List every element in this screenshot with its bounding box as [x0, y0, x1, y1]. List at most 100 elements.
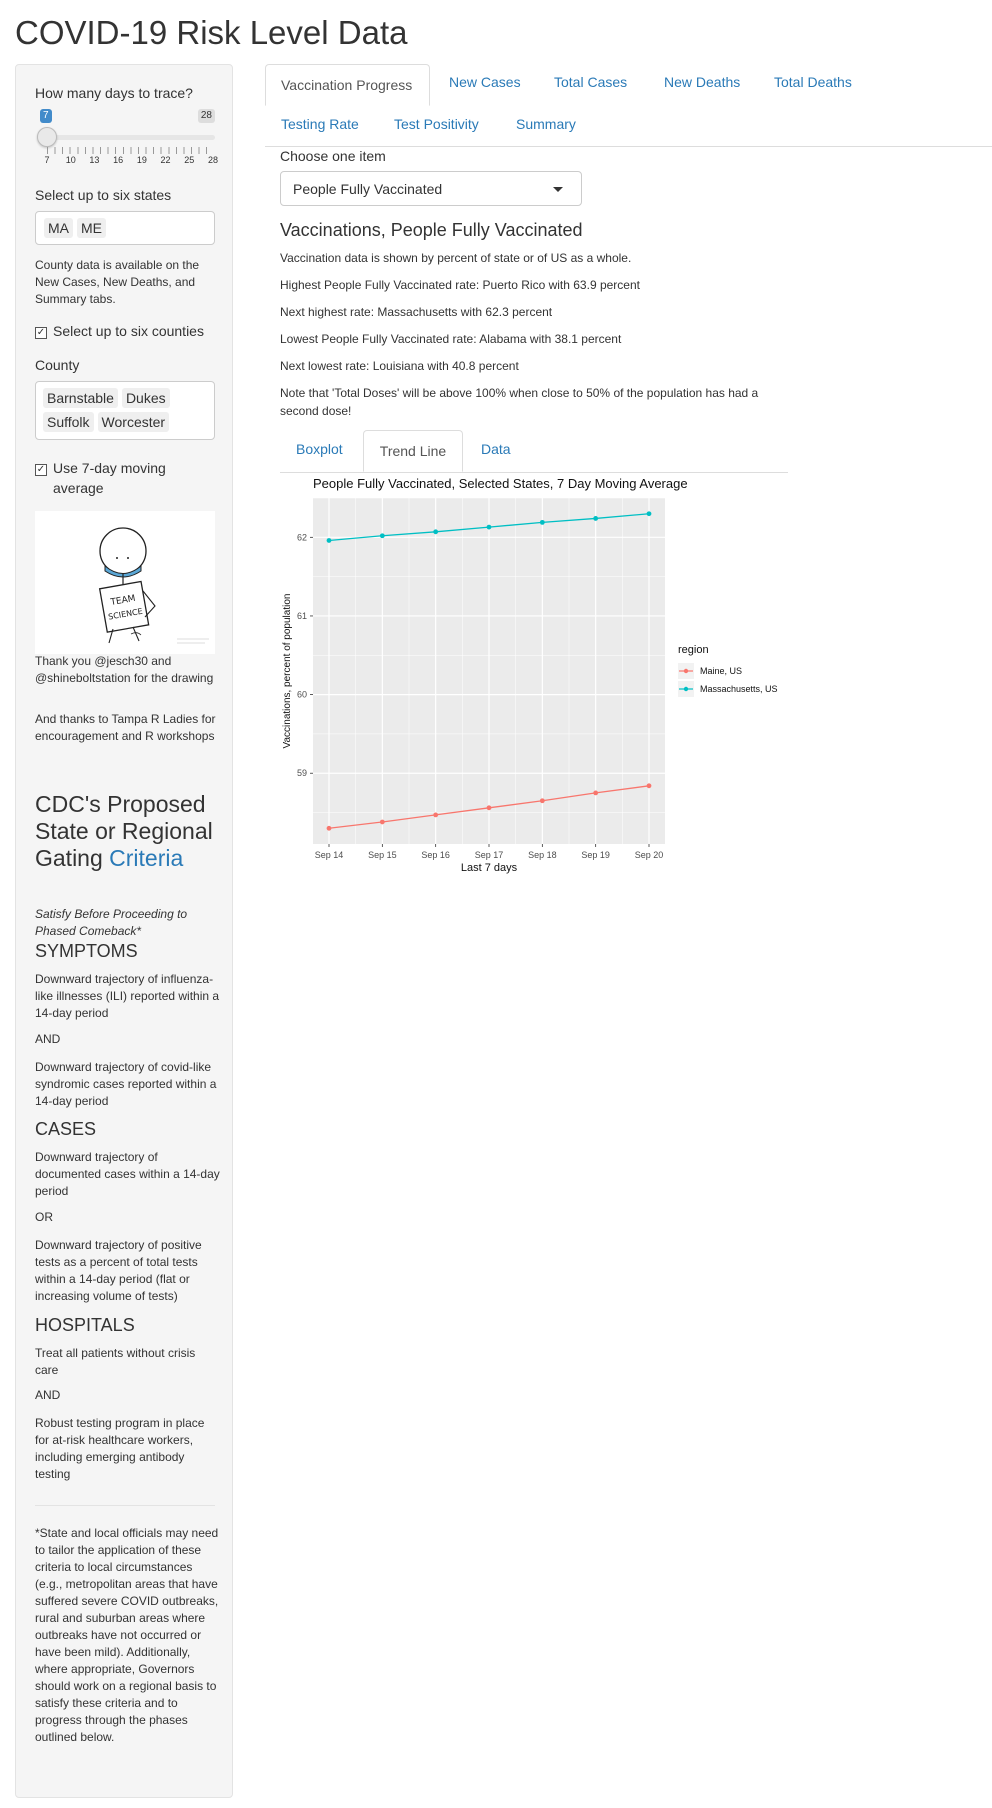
x-tick-label: Sep 16 — [421, 850, 450, 860]
cases-heading: CASES — [35, 1119, 97, 1139]
legend-label: Maine, US — [700, 666, 742, 676]
sidebar-panel: How many days to trace? 7 28 7 10 13 16 19 22… — [15, 64, 233, 1798]
days-slider[interactable]: 7 28 7 10 13 16 19 22 25 28 — [35, 109, 219, 165]
data-point — [433, 529, 439, 535]
slider-tick-label: 22 — [160, 155, 171, 165]
county-chip[interactable]: Worcester — [97, 412, 170, 432]
county-note: County data is available on the New Case… — [35, 258, 200, 306]
symptoms-criterion-2: Downward trajectory of covid-like syndro… — [35, 1060, 217, 1108]
slider-handle[interactable] — [37, 127, 57, 147]
trend-line-chart-svg: People Fully Vaccinated, Selected States… — [282, 476, 778, 874]
tab-new-deaths[interactable]: New Deaths — [664, 74, 740, 90]
data-point — [379, 819, 385, 825]
tab-test-positivity[interactable]: Test Positivity — [394, 116, 479, 132]
hospitals-criterion-2: Robust testing program in place for at-r… — [35, 1416, 205, 1481]
subtab-boxplot[interactable]: Boxplot — [296, 441, 343, 457]
item-dropdown-value: People Fully Vaccinated — [293, 181, 443, 197]
tab-testing-rate[interactable]: Testing Rate — [281, 116, 359, 132]
criteria-link[interactable]: Criteria — [109, 845, 183, 871]
next-lowest-rate-text: Next lowest rate: Louisiana with 40.8 pe… — [280, 359, 519, 373]
counties-checkbox[interactable]: ✓ Select up to six counties — [35, 321, 220, 341]
data-point — [326, 538, 332, 543]
viz-title: Vaccinations, People Fully Vaccinated — [280, 220, 583, 240]
caret-down-icon[interactable] — [553, 187, 563, 192]
x-tick-label: Sep 20 — [635, 850, 664, 860]
states-label: Select up to six states — [35, 187, 172, 203]
data-point — [486, 805, 492, 811]
subtab-trend-line[interactable]: Trend Line — [363, 430, 463, 472]
tab-new-cases[interactable]: New Cases — [449, 74, 521, 90]
hospitals-criterion-1: Treat all patients without crisis care — [35, 1346, 196, 1377]
thanks-drawing: Thank you @jesch30 and @shineboltstation… — [35, 654, 214, 685]
item-dropdown[interactable]: People Fully Vaccinated — [280, 171, 582, 206]
data-point — [326, 825, 332, 831]
slider-tick-label: 19 — [136, 155, 147, 165]
data-point — [646, 511, 652, 517]
thanks-tampa: And thanks to Tampa R Ladies for encoura… — [35, 712, 216, 743]
team-science-drawing: TEAM SCIENCE — [35, 511, 215, 654]
slider-tick-label: 28 — [207, 155, 219, 165]
cases-criterion-2: Downward trajectory of positive tests as… — [35, 1238, 202, 1303]
data-point — [379, 533, 385, 539]
cases-criterion-1: Downward trajectory of documented cases … — [35, 1150, 220, 1198]
choose-item-label: Choose one item — [280, 148, 386, 164]
tabs-underline — [265, 146, 992, 147]
sidebar-divider — [35, 1505, 215, 1506]
slider-max-badge: 28 — [197, 109, 215, 123]
checkbox-icon[interactable]: ✓ — [35, 464, 47, 476]
data-point — [486, 524, 492, 530]
county-chip[interactable]: Barnstable — [43, 388, 118, 408]
tab-total-cases[interactable]: Total Cases — [554, 74, 627, 90]
states-select[interactable]: MA ME — [35, 211, 215, 245]
cdc-subtitle: Satisfy Before Proceeding to Phased Come… — [35, 907, 188, 938]
and-text: AND — [35, 1032, 61, 1046]
moving-average-label: Use 7-day moving average — [53, 460, 166, 496]
and-text: AND — [35, 1388, 61, 1402]
y-tick-label: 62 — [297, 532, 307, 542]
subtab-data[interactable]: Data — [481, 441, 511, 457]
legend-title: region — [678, 644, 709, 656]
county-chip[interactable]: Dukes — [121, 388, 170, 408]
legend-point — [683, 686, 689, 692]
slider-tick-label: 7 — [44, 155, 50, 165]
legend-label: Massachusetts, US — [700, 684, 778, 694]
x-tick-label: Sep 14 — [315, 850, 344, 860]
county-label: County — [35, 357, 80, 373]
total-doses-note: Note that 'Total Doses' will be above 10… — [280, 386, 759, 418]
checkbox-icon[interactable]: ✓ — [35, 327, 47, 339]
data-point — [646, 783, 652, 789]
slider-track[interactable] — [45, 135, 215, 140]
slider-tick-label: 16 — [113, 155, 124, 165]
slider-tick-label: 13 — [89, 155, 100, 165]
data-point — [593, 790, 599, 796]
trend-line-chart: People Fully Vaccinated, Selected States… — [278, 470, 798, 880]
y-axis-label: Vaccinations, percent of population — [282, 594, 293, 749]
slider-ticks — [47, 147, 213, 154]
symptoms-criterion-1: Downward trajectory of influenza-like il… — [35, 972, 220, 1020]
tab-vaccination-progress[interactable]: Vaccination Progress — [265, 64, 430, 106]
team-science-illustration: TEAM SCIENCE — [98, 527, 209, 644]
or-text: OR — [35, 1210, 53, 1224]
cdc-heading: CDC's Proposed State or Regional Gating … — [35, 791, 220, 872]
hospitals-heading: HOSPITALS — [35, 1315, 135, 1335]
x-tick-label: Sep 18 — [528, 850, 557, 860]
moving-average-checkbox[interactable]: ✓ Use 7-day moving average — [35, 458, 220, 498]
legend-point — [683, 668, 689, 674]
county-chip[interactable]: Suffolk — [43, 412, 94, 432]
tab-summary[interactable]: Summary — [516, 116, 576, 132]
x-tick-label: Sep 19 — [581, 850, 610, 860]
tab-total-deaths[interactable]: Total Deaths — [774, 74, 852, 90]
info-text-1: Vaccination data is shown by percent of … — [280, 251, 632, 265]
x-tick-label: Sep 17 — [475, 850, 504, 860]
state-chip[interactable]: ME — [77, 218, 106, 238]
slider-tick-label: 25 — [184, 155, 195, 165]
data-point — [593, 516, 599, 521]
slider-tick-label: 10 — [65, 155, 76, 165]
data-point — [433, 812, 439, 818]
data-point — [539, 798, 545, 804]
highest-rate-text: Highest People Fully Vaccinated rate: Pu… — [280, 278, 640, 292]
county-select[interactable]: Barnstable Dukes Suffolk Worcester — [35, 381, 215, 440]
footnote: *State and local officials may need to t… — [35, 1526, 219, 1744]
state-chip[interactable]: MA — [44, 218, 73, 238]
counties-checkbox-label: Select up to six counties — [53, 323, 204, 339]
